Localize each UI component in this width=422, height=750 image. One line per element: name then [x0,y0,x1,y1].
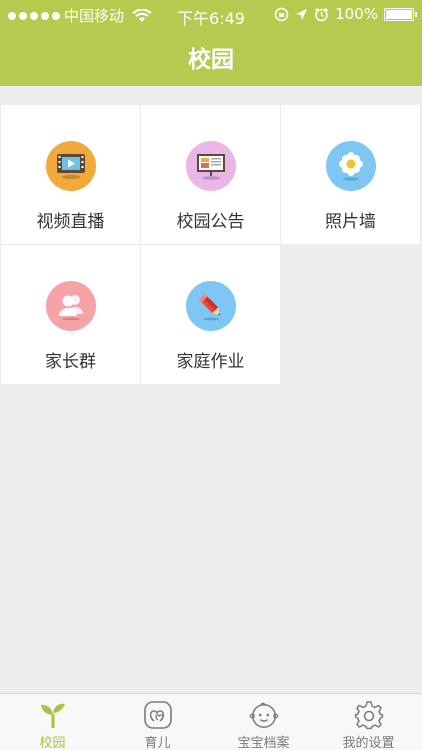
group-icon [45,281,96,331]
gear-icon [354,700,384,730]
nav-header: 中国移动 下午6:49 100% 校园 [0,0,422,86]
tab-campus[interactable]: 校园 [0,694,105,750]
page-title: 校园 [188,47,234,73]
location-icon [296,8,308,20]
tile-label: 家庭作业 [176,352,245,372]
tab-label: 校园 [39,736,66,750]
tab-my-settings[interactable]: 我的设置 [316,694,421,750]
alarm-icon [315,7,329,21]
rotation-lock-icon [274,7,289,21]
pencil-icon [185,281,236,331]
tab-label: 我的设置 [342,736,395,750]
tile-homework[interactable]: 家庭作业 [141,245,280,384]
board-icon [185,141,236,191]
tile-photo-wall[interactable]: 照片墙 [281,105,420,244]
tab-label: 育儿 [144,736,171,750]
tab-bar: 校园 育儿 宝宝档案 我的设置 [0,693,422,750]
status-bar: 中国移动 下午6:49 100% [0,0,422,30]
status-right: 100% [274,5,417,23]
battery-percent: 100% [335,5,378,23]
tab-label: 宝宝档案 [237,736,290,750]
tab-parenting[interactable]: 育儿 [105,694,210,750]
heart-icon [143,700,173,730]
video-icon [45,141,96,191]
tile-label: 校园公告 [176,212,245,232]
baby-face-icon [249,700,279,730]
tile-label: 家长群 [45,352,96,372]
tile-video-live[interactable]: 视频直播 [1,105,140,244]
tile-parent-group[interactable]: 家长群 [1,245,140,384]
flower-icon [325,141,376,191]
tab-baby-profile[interactable]: 宝宝档案 [211,694,316,750]
tile-campus-notice[interactable]: 校园公告 [141,105,280,244]
battery-icon [384,7,417,21]
tile-label: 视频直播 [36,212,105,232]
tile-label: 照片墙 [325,212,376,232]
sprout-icon [38,700,68,730]
